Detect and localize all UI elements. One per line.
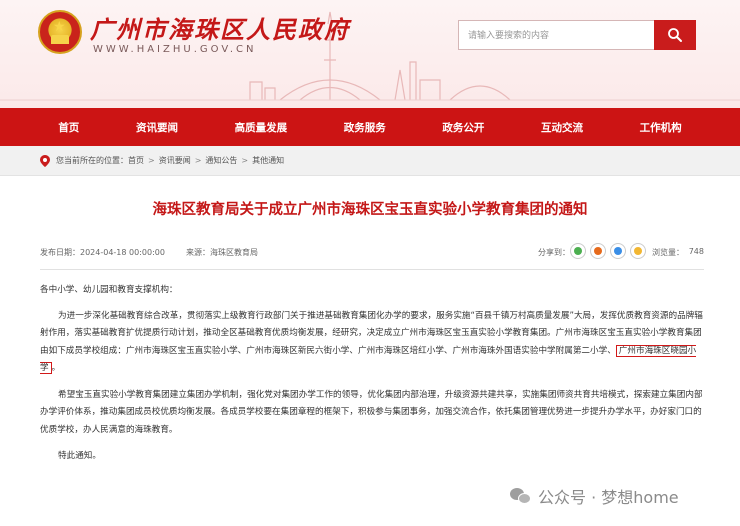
breadcrumb-home[interactable]: 首页 — [128, 155, 144, 166]
article-body: 各中小学、幼儿园和教育支撑机构： 为进一步深化基础教育综合改革，贯彻落实上级教育… — [40, 282, 704, 466]
site-domain: WWW.HAIZHU.GOV.CN — [93, 44, 257, 55]
nav-item-open-affairs[interactable]: 政务公开 — [442, 120, 484, 135]
search-input[interactable] — [459, 21, 655, 49]
breadcrumb-separator: > — [241, 156, 249, 165]
nav-item-development[interactable]: 高质量发展 — [235, 120, 288, 135]
article-source: 来源：海珠区教育局 — [186, 248, 258, 257]
article-title: 海珠区教育局关于成立广州市海珠区宝玉直实验小学教育集团的通知 — [152, 202, 588, 218]
article-meta: 发布日期：2024-04-18 00:00:00 来源：海珠区教育局 分享到： … — [40, 236, 704, 270]
site-header: ★ 广州市海珠区人民政府 WWW.HAIZHU.GOV.CN — [0, 0, 740, 108]
breadcrumb-other-notices[interactable]: 其他通知 — [252, 155, 284, 166]
search-icon — [668, 28, 682, 42]
views-label: 浏览量： — [652, 248, 684, 257]
nav-item-news[interactable]: 资讯要闻 — [136, 120, 178, 135]
breadcrumb-prefix: 您当前所在的位置： — [56, 156, 128, 165]
paragraph-1-text: 为进一步深化基础教育综合改革，贯彻落实上级教育行政部门关于推进基础教育集团化办学… — [40, 310, 703, 356]
site-title[interactable]: 广州市海珠区人民政府 — [90, 10, 350, 45]
breadcrumb-notices[interactable]: 通知公告 — [205, 155, 237, 166]
nav-item-home[interactable]: 首页 — [58, 120, 79, 135]
breadcrumb-news[interactable]: 资讯要闻 — [159, 155, 191, 166]
location-pin-icon — [40, 154, 50, 167]
breadcrumb-separator: > — [148, 156, 155, 165]
share-icons — [570, 243, 646, 259]
nav-item-interaction[interactable]: 互动交流 — [541, 120, 583, 135]
main-nav: 首页 资讯要闻 高质量发展 政务服务 政务公开 互动交流 工作机构 — [0, 108, 740, 146]
paragraph-2: 希望宝玉直实验小学教育集团建立集团办学机制，强化党对集团办学工作的领导，优化集团… — [40, 389, 703, 435]
closing-text: 特此通知。 — [58, 451, 101, 461]
wechat-logo-icon — [510, 486, 532, 506]
greeting: 各中小学、幼儿园和教育支撑机构： — [40, 285, 178, 295]
watermark-text: 公众号 · 梦想home — [538, 488, 679, 507]
paragraph-1-end: 。 — [51, 363, 61, 373]
paragraph-1: 为进一步深化基础教育综合改革，贯彻落实上级教育行政部门关于推进基础教育集团化办学… — [40, 308, 704, 378]
nav-item-agencies[interactable]: 工作机构 — [640, 120, 682, 135]
breadcrumb-separator: > — [194, 156, 202, 165]
publish-date: 发布日期：2024-04-18 00:00:00 — [40, 248, 165, 257]
weibo-icon[interactable] — [590, 243, 606, 259]
breadcrumb: 您当前所在的位置： 首页 > 资讯要闻 > 通知公告 > 其他通知 — [0, 146, 740, 176]
wechat-watermark: 公众号 · 梦想home — [510, 484, 679, 508]
national-emblem-icon: ★ — [38, 10, 82, 54]
search-box — [458, 20, 696, 50]
wechat-icon[interactable] — [570, 243, 586, 259]
views-count: 748 — [688, 247, 704, 256]
search-button[interactable] — [654, 20, 696, 50]
share-label: 分享到： — [538, 248, 570, 257]
nav-item-services[interactable]: 政务服务 — [344, 120, 386, 135]
qq-icon[interactable] — [610, 243, 626, 259]
qzone-icon[interactable] — [630, 243, 646, 259]
